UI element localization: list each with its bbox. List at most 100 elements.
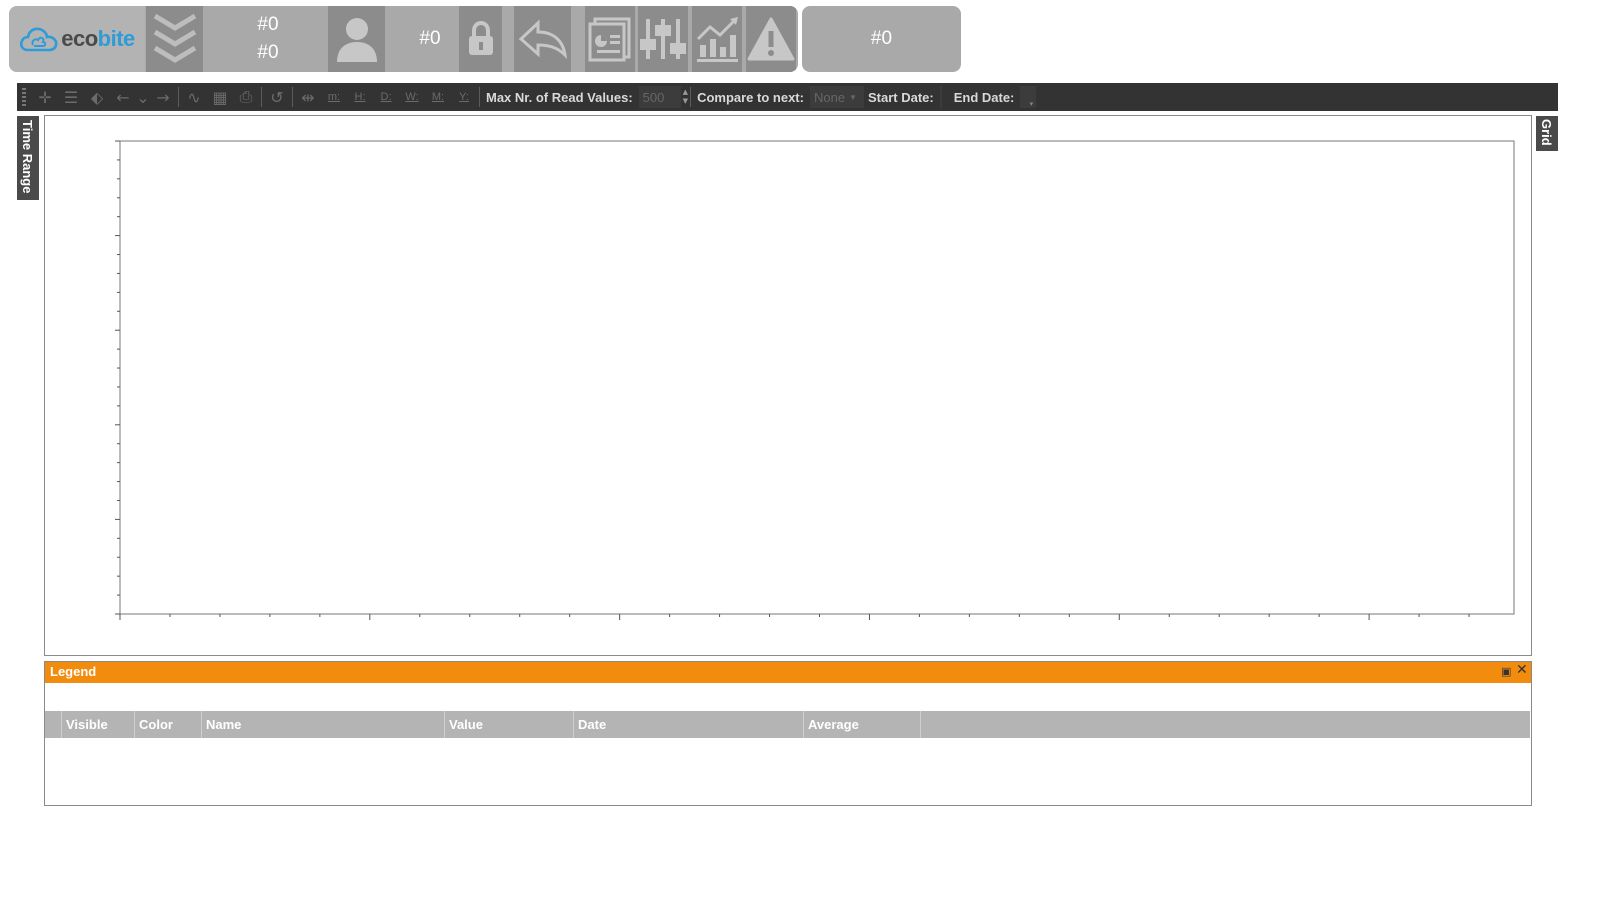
range-minute-label: m: <box>327 91 341 103</box>
column-value[interactable]: Value <box>444 711 574 738</box>
counter-top: #0 <box>257 14 279 35</box>
warning-icon <box>747 17 795 61</box>
chevrons-down-icon <box>153 13 196 63</box>
report-icon <box>588 17 631 62</box>
lock-icon <box>468 21 493 55</box>
toolbar-overflow-button[interactable]: ▾ <box>1026 86 1037 108</box>
range-year-button[interactable]: Y: <box>451 84 477 110</box>
grid-icon: ▦ <box>212 87 228 107</box>
toolbar-separator <box>292 87 293 107</box>
chevron-down-icon: ▼ <box>849 92 857 102</box>
max-values-value: 500 <box>642 89 665 105</box>
reset-icon: ↺ <box>270 87 284 107</box>
overflow-chevron-icon: ▾ <box>1029 100 1034 108</box>
pulse-button[interactable]: ∿ <box>181 84 207 110</box>
spin-up-icon[interactable]: ▲ <box>683 88 688 97</box>
grid-button[interactable]: ▦ <box>207 84 233 110</box>
dropdown-chevron-icon: ⌄ <box>136 87 150 107</box>
crosshair-icon: ✛ <box>38 87 52 107</box>
alarm-button[interactable] <box>746 6 796 72</box>
report-button[interactable] <box>585 6 635 72</box>
max-values-input[interactable]: 500 <box>638 86 681 108</box>
chart-canvas[interactable] <box>45 116 1531 655</box>
hline-icon: ☰ <box>63 87 79 107</box>
column-average[interactable]: Average <box>803 711 921 738</box>
grid-tab[interactable]: Grid <box>1536 116 1558 151</box>
range-day-button[interactable]: D: <box>373 84 399 110</box>
compare-label: Compare to next: <box>697 89 804 105</box>
cloud-icon <box>20 27 58 52</box>
reset-button[interactable]: ↺ <box>264 84 290 110</box>
legend-header: Legend ▣ ✕ <box>45 662 1531 683</box>
legend-title: Legend <box>50 664 97 679</box>
prev-button[interactable]: ← <box>110 84 136 110</box>
range-month-label: M: <box>431 91 445 103</box>
crosshair-button[interactable]: ✛ <box>32 84 58 110</box>
chart-panel[interactable] <box>44 115 1532 656</box>
settings-button[interactable] <box>638 6 688 72</box>
user-counter: #0 <box>397 6 463 72</box>
fit-icon: ⇹ <box>301 87 315 107</box>
history-dropdown[interactable]: ⌄ <box>136 84 150 110</box>
toolbar-separator <box>690 87 692 107</box>
start-date-input[interactable] <box>939 86 942 108</box>
toolbar-separator <box>479 87 480 107</box>
lock-button[interactable] <box>459 6 502 72</box>
back-button[interactable] <box>514 6 571 72</box>
column-visible[interactable]: Visible <box>61 711 135 738</box>
right-counter: #0 <box>870 28 893 49</box>
hline-button[interactable]: ☰ <box>58 84 84 110</box>
counter-bottom: #0 <box>257 42 279 63</box>
range-week-label: W: <box>405 91 419 103</box>
brand-prefix: eco <box>61 26 98 51</box>
range-month-button[interactable]: M: <box>425 84 451 110</box>
column-filler <box>920 711 1530 738</box>
arrow-right-icon: → <box>156 87 170 107</box>
right-counter-box[interactable]: #0 <box>802 6 961 72</box>
arrow-left-icon: ← <box>116 87 130 107</box>
collapse-button[interactable] <box>146 6 203 72</box>
legend-panel: Legend ▣ ✕ Visible Color Name Value Date… <box>44 661 1532 806</box>
tag-button[interactable]: ⬖ <box>84 84 110 110</box>
pin-icon[interactable]: ▣ <box>1501 665 1511 678</box>
column-name[interactable]: Name <box>201 711 445 738</box>
grid-tab-label: Grid <box>1539 119 1554 146</box>
time-range-tab-label: Time Range <box>20 120 35 194</box>
range-hour-button[interactable]: H: <box>347 84 373 110</box>
close-icon[interactable]: ✕ <box>1516 662 1528 678</box>
toolbar-separator <box>178 87 179 107</box>
trend-button[interactable] <box>692 6 742 72</box>
range-minute-button[interactable]: m: <box>321 84 347 110</box>
ecobite-logo[interactable]: ecobite <box>9 6 145 72</box>
tag-icon: ⬖ <box>90 87 104 107</box>
brand-name: ecobite <box>61 26 135 52</box>
sliders-icon <box>640 19 686 59</box>
column-color[interactable]: Color <box>134 711 202 738</box>
fit-button[interactable]: ⇹ <box>295 84 321 110</box>
time-range-tab[interactable]: Time Range <box>17 116 39 200</box>
print-button[interactable]: ⎙ <box>233 84 259 110</box>
back-arrow-icon <box>518 19 567 59</box>
range-week-button[interactable]: W: <box>399 84 425 110</box>
user-button[interactable] <box>328 6 385 72</box>
column-date[interactable]: Date <box>573 711 804 738</box>
y-axis-ticks <box>115 140 120 615</box>
toolbar-separator <box>261 87 262 107</box>
chart-toolbar: ✛ ☰ ⬖ ← ⌄ → ∿ ▦ ⎙ ↺ ⇹ m: H: D: W: M: Y: … <box>17 83 1558 111</box>
next-button[interactable]: → <box>150 84 176 110</box>
counter-pair: #0 #0 <box>209 6 327 72</box>
range-day-label: D: <box>380 91 392 103</box>
compare-select[interactable]: None ▼ <box>809 86 864 108</box>
toolbar-grip[interactable] <box>22 88 26 106</box>
print-icon: ⎙ <box>239 87 253 106</box>
start-date-label: Start Date: <box>867 89 934 105</box>
plot-area[interactable] <box>119 140 1515 615</box>
pulse-icon: ∿ <box>187 87 201 107</box>
spin-down-icon[interactable]: ▼ <box>683 97 688 106</box>
trend-chart-icon <box>696 17 738 62</box>
user-icon <box>336 18 377 62</box>
max-values-spinner[interactable]: ▲ ▼ <box>683 88 688 106</box>
range-year-label: Y: <box>459 91 469 103</box>
top-header: ecobite #0 #0 #0 <box>9 6 798 72</box>
x-axis-ticks <box>119 614 1470 620</box>
